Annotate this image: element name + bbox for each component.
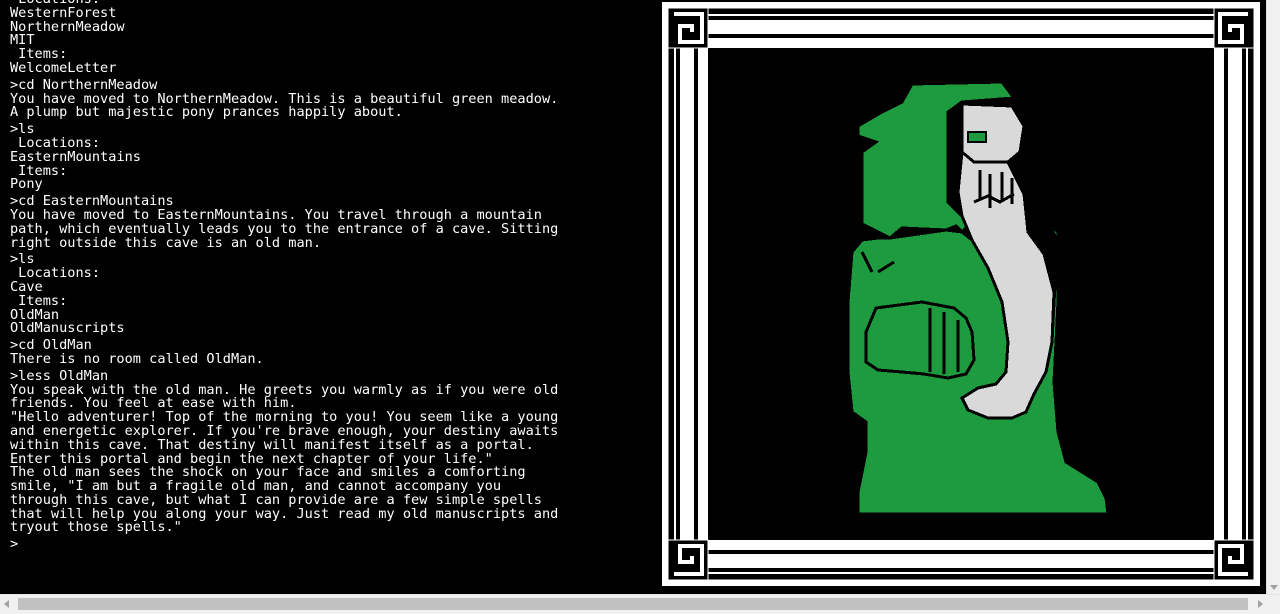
output-line: EasternMountains	[10, 148, 141, 165]
wizard-eye	[967, 131, 987, 143]
scroll-right-arrow-icon[interactable]	[1258, 600, 1263, 608]
output-line: NorthernMeadow	[10, 18, 125, 35]
terminal-output[interactable]: Locations:WesternForestNorthernMeadowMIT…	[10, 0, 650, 593]
output-line: There is no room called OldMan.	[10, 350, 264, 367]
output-line: Pony	[10, 176, 43, 193]
output-line: Items:	[10, 162, 68, 179]
output-line: Cave	[10, 278, 43, 295]
output-line: Locations:	[10, 265, 101, 282]
output-line: A plump but majestic pony prances happil…	[10, 104, 403, 121]
output-line: WelcomeLetter	[10, 59, 117, 76]
command-line: >ls	[10, 251, 35, 268]
output-line: tryout those spells."	[10, 519, 182, 536]
old-man-portrait	[662, 2, 1260, 586]
output-line: MIT	[10, 32, 35, 49]
horizontal-scrollbar-thumb[interactable]	[18, 598, 1248, 610]
command-line: >ls	[10, 121, 35, 138]
game-screen: Locations:WesternForestNorthernMeadowMIT…	[0, 0, 1266, 594]
scroll-down-arrow-icon[interactable]	[1270, 585, 1278, 590]
vertical-scrollbar[interactable]	[1266, 0, 1280, 594]
output-line: OldManuscripts	[10, 320, 125, 337]
output-line: right outside this cave is an old man.	[10, 234, 321, 251]
command-prompt[interactable]: >	[10, 537, 650, 552]
horizontal-scrollbar[interactable]	[0, 594, 1280, 614]
output-line: Items:	[10, 292, 68, 309]
scroll-left-arrow-icon[interactable]	[4, 600, 9, 608]
